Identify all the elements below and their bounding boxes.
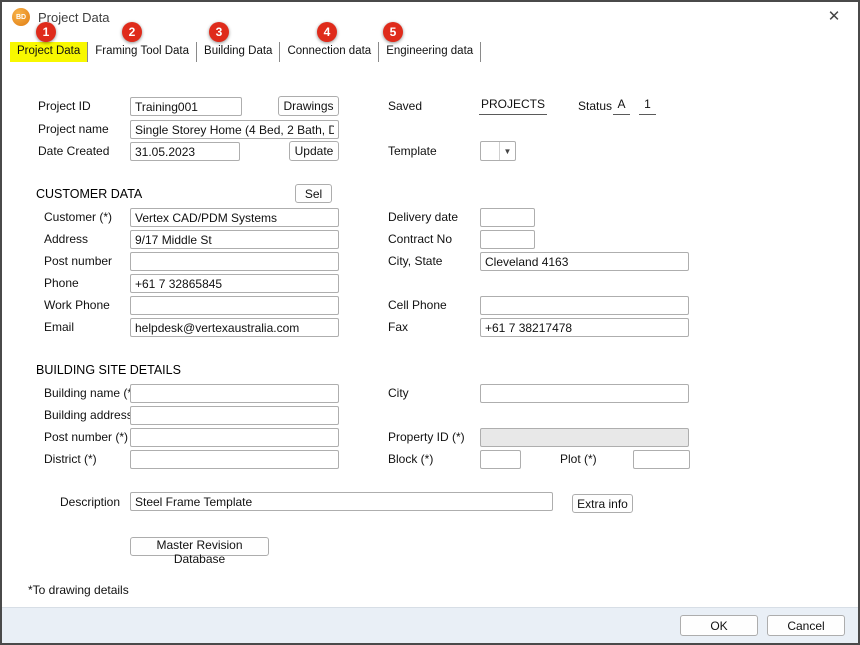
close-icon[interactable]: ✕	[820, 3, 848, 31]
saved-value: PROJECTS	[479, 96, 547, 115]
tab-engineering-data[interactable]: Engineering data	[379, 42, 481, 62]
tab-strip: Project Data Framing Tool Data Building …	[10, 42, 481, 62]
city-label: City	[388, 384, 409, 403]
building-site-section-title: BUILDING SITE DETAILS	[36, 361, 181, 380]
address-input[interactable]	[130, 230, 339, 249]
plot-label: Plot (*)	[560, 450, 597, 469]
customer-input[interactable]	[130, 208, 339, 227]
footnote: *To drawing details	[28, 583, 129, 597]
email-input[interactable]	[130, 318, 339, 337]
delivery-date-label: Delivery date	[388, 208, 458, 227]
tab-project-data[interactable]: Project Data	[10, 42, 88, 62]
annotation-badge-1: 1	[36, 22, 56, 42]
project-id-label: Project ID	[38, 97, 91, 116]
contract-no-label: Contract No	[388, 230, 452, 249]
cancel-button[interactable]: Cancel	[767, 615, 845, 636]
work-phone-label: Work Phone	[44, 296, 110, 315]
district-input[interactable]	[130, 450, 339, 469]
annotation-badge-4: 4	[317, 22, 337, 42]
plot-input[interactable]	[633, 450, 690, 469]
description-label: Description	[60, 493, 120, 512]
customer-data-section-title: CUSTOMER DATA	[36, 185, 142, 204]
update-button[interactable]: Update	[289, 141, 339, 161]
drawings-button[interactable]: Drawings	[278, 96, 339, 116]
app-logo-icon: BD	[12, 8, 30, 26]
date-created-label: Date Created	[38, 142, 109, 161]
email-label: Email	[44, 318, 74, 337]
district-label: District (*)	[44, 450, 97, 469]
annotation-badge-5: 5	[383, 22, 403, 42]
phone-label: Phone	[44, 274, 79, 293]
building-name-input[interactable]	[130, 384, 339, 403]
post-number-input[interactable]	[130, 252, 339, 271]
chevron-down-icon: ▼	[499, 142, 515, 160]
customer-label: Customer (*)	[44, 208, 112, 227]
work-phone-input[interactable]	[130, 296, 339, 315]
annotation-badge-2: 2	[122, 22, 142, 42]
city-input[interactable]	[480, 384, 689, 403]
city-state-input[interactable]	[480, 252, 689, 271]
phone-input[interactable]	[130, 274, 339, 293]
status-value-1: 1	[639, 96, 656, 115]
building-name-label: Building name (*)	[44, 384, 136, 403]
status-label: Status	[578, 97, 612, 116]
ok-button[interactable]: OK	[680, 615, 758, 636]
property-id-label: Property ID (*)	[388, 428, 465, 447]
project-id-input[interactable]	[130, 97, 242, 116]
building-address-input[interactable]	[130, 406, 339, 425]
project-name-input[interactable]	[130, 120, 339, 139]
annotation-badge-3: 3	[209, 22, 229, 42]
sel-button[interactable]: Sel	[295, 184, 332, 203]
tab-framing-tool-data[interactable]: Framing Tool Data	[88, 42, 197, 62]
contract-no-input[interactable]	[480, 230, 535, 249]
block-input[interactable]	[480, 450, 521, 469]
cell-phone-input[interactable]	[480, 296, 689, 315]
delivery-date-input[interactable]	[480, 208, 535, 227]
fax-label: Fax	[388, 318, 408, 337]
template-select[interactable]: ▼	[480, 141, 516, 161]
date-created-input[interactable]	[130, 142, 240, 161]
tab-building-data[interactable]: Building Data	[197, 42, 280, 62]
city-state-label: City, State	[388, 252, 442, 271]
tab-connection-data[interactable]: Connection data	[280, 42, 379, 62]
project-name-label: Project name	[38, 120, 109, 139]
fax-input[interactable]	[480, 318, 689, 337]
template-label: Template	[388, 142, 437, 161]
cell-phone-label: Cell Phone	[388, 296, 447, 315]
saved-label: Saved	[388, 97, 422, 116]
status-value-a: A	[613, 96, 630, 115]
extra-info-button[interactable]: Extra info	[572, 494, 633, 513]
post-number-label: Post number	[44, 252, 112, 271]
address-label: Address	[44, 230, 88, 249]
site-post-number-input[interactable]	[130, 428, 339, 447]
site-post-number-label: Post number (*)	[44, 428, 128, 447]
block-label: Block (*)	[388, 450, 433, 469]
description-input[interactable]	[130, 492, 553, 511]
master-revision-database-button[interactable]: Master Revision Database	[130, 537, 269, 556]
window-frame	[0, 0, 860, 645]
property-id-input	[480, 428, 689, 447]
